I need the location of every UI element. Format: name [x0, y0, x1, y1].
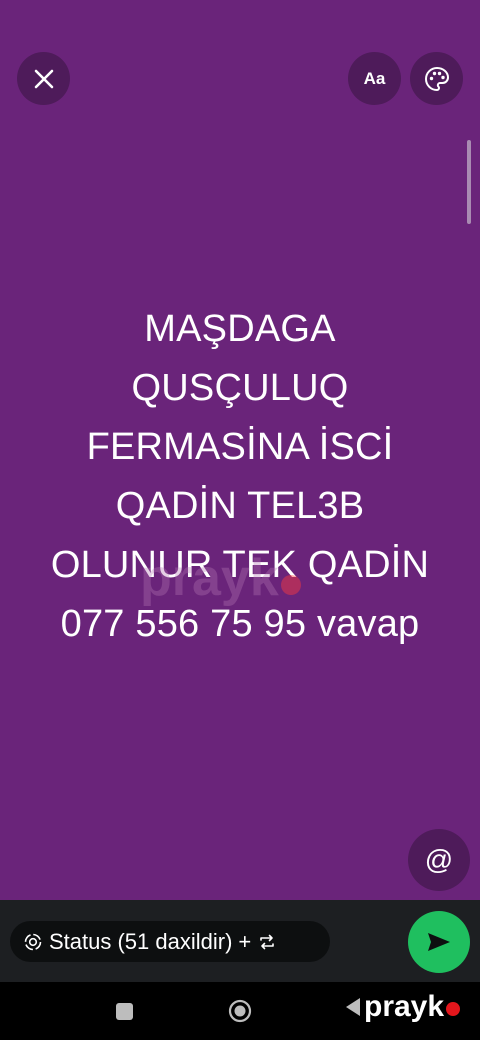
- back-triangle-icon: [346, 998, 360, 1016]
- send-icon: [428, 933, 450, 951]
- font-style-button[interactable]: Aa: [348, 52, 401, 105]
- mention-button[interactable]: @: [408, 829, 470, 891]
- home-button[interactable]: [228, 999, 252, 1023]
- status-audience-selector[interactable]: Status (51 daxildir) +: [10, 921, 330, 962]
- status-icon: [24, 933, 42, 950]
- brand-dot: [446, 1002, 461, 1016]
- close-icon: [34, 69, 53, 88]
- brand-logo: prayk: [346, 990, 461, 1024]
- recents-button[interactable]: [116, 1003, 133, 1020]
- close-button[interactable]: [17, 52, 70, 105]
- brand-text: prayk: [364, 990, 445, 1023]
- palette-icon: [424, 66, 449, 91]
- repeat-icon: [260, 934, 275, 949]
- plus-sign: +: [238, 928, 252, 954]
- color-palette-button[interactable]: [410, 52, 463, 105]
- status-audience-label: Status (51 daxildir): [49, 928, 233, 954]
- at-sign-icon: @: [424, 844, 454, 875]
- font-style-label: Aa: [363, 68, 386, 88]
- scrollbar[interactable]: [467, 140, 471, 224]
- send-button[interactable]: [408, 911, 470, 973]
- status-text[interactable]: MAŞDAGA QUSÇULUQ FERMASİNA İSCİ QADİN TE…: [0, 300, 480, 654]
